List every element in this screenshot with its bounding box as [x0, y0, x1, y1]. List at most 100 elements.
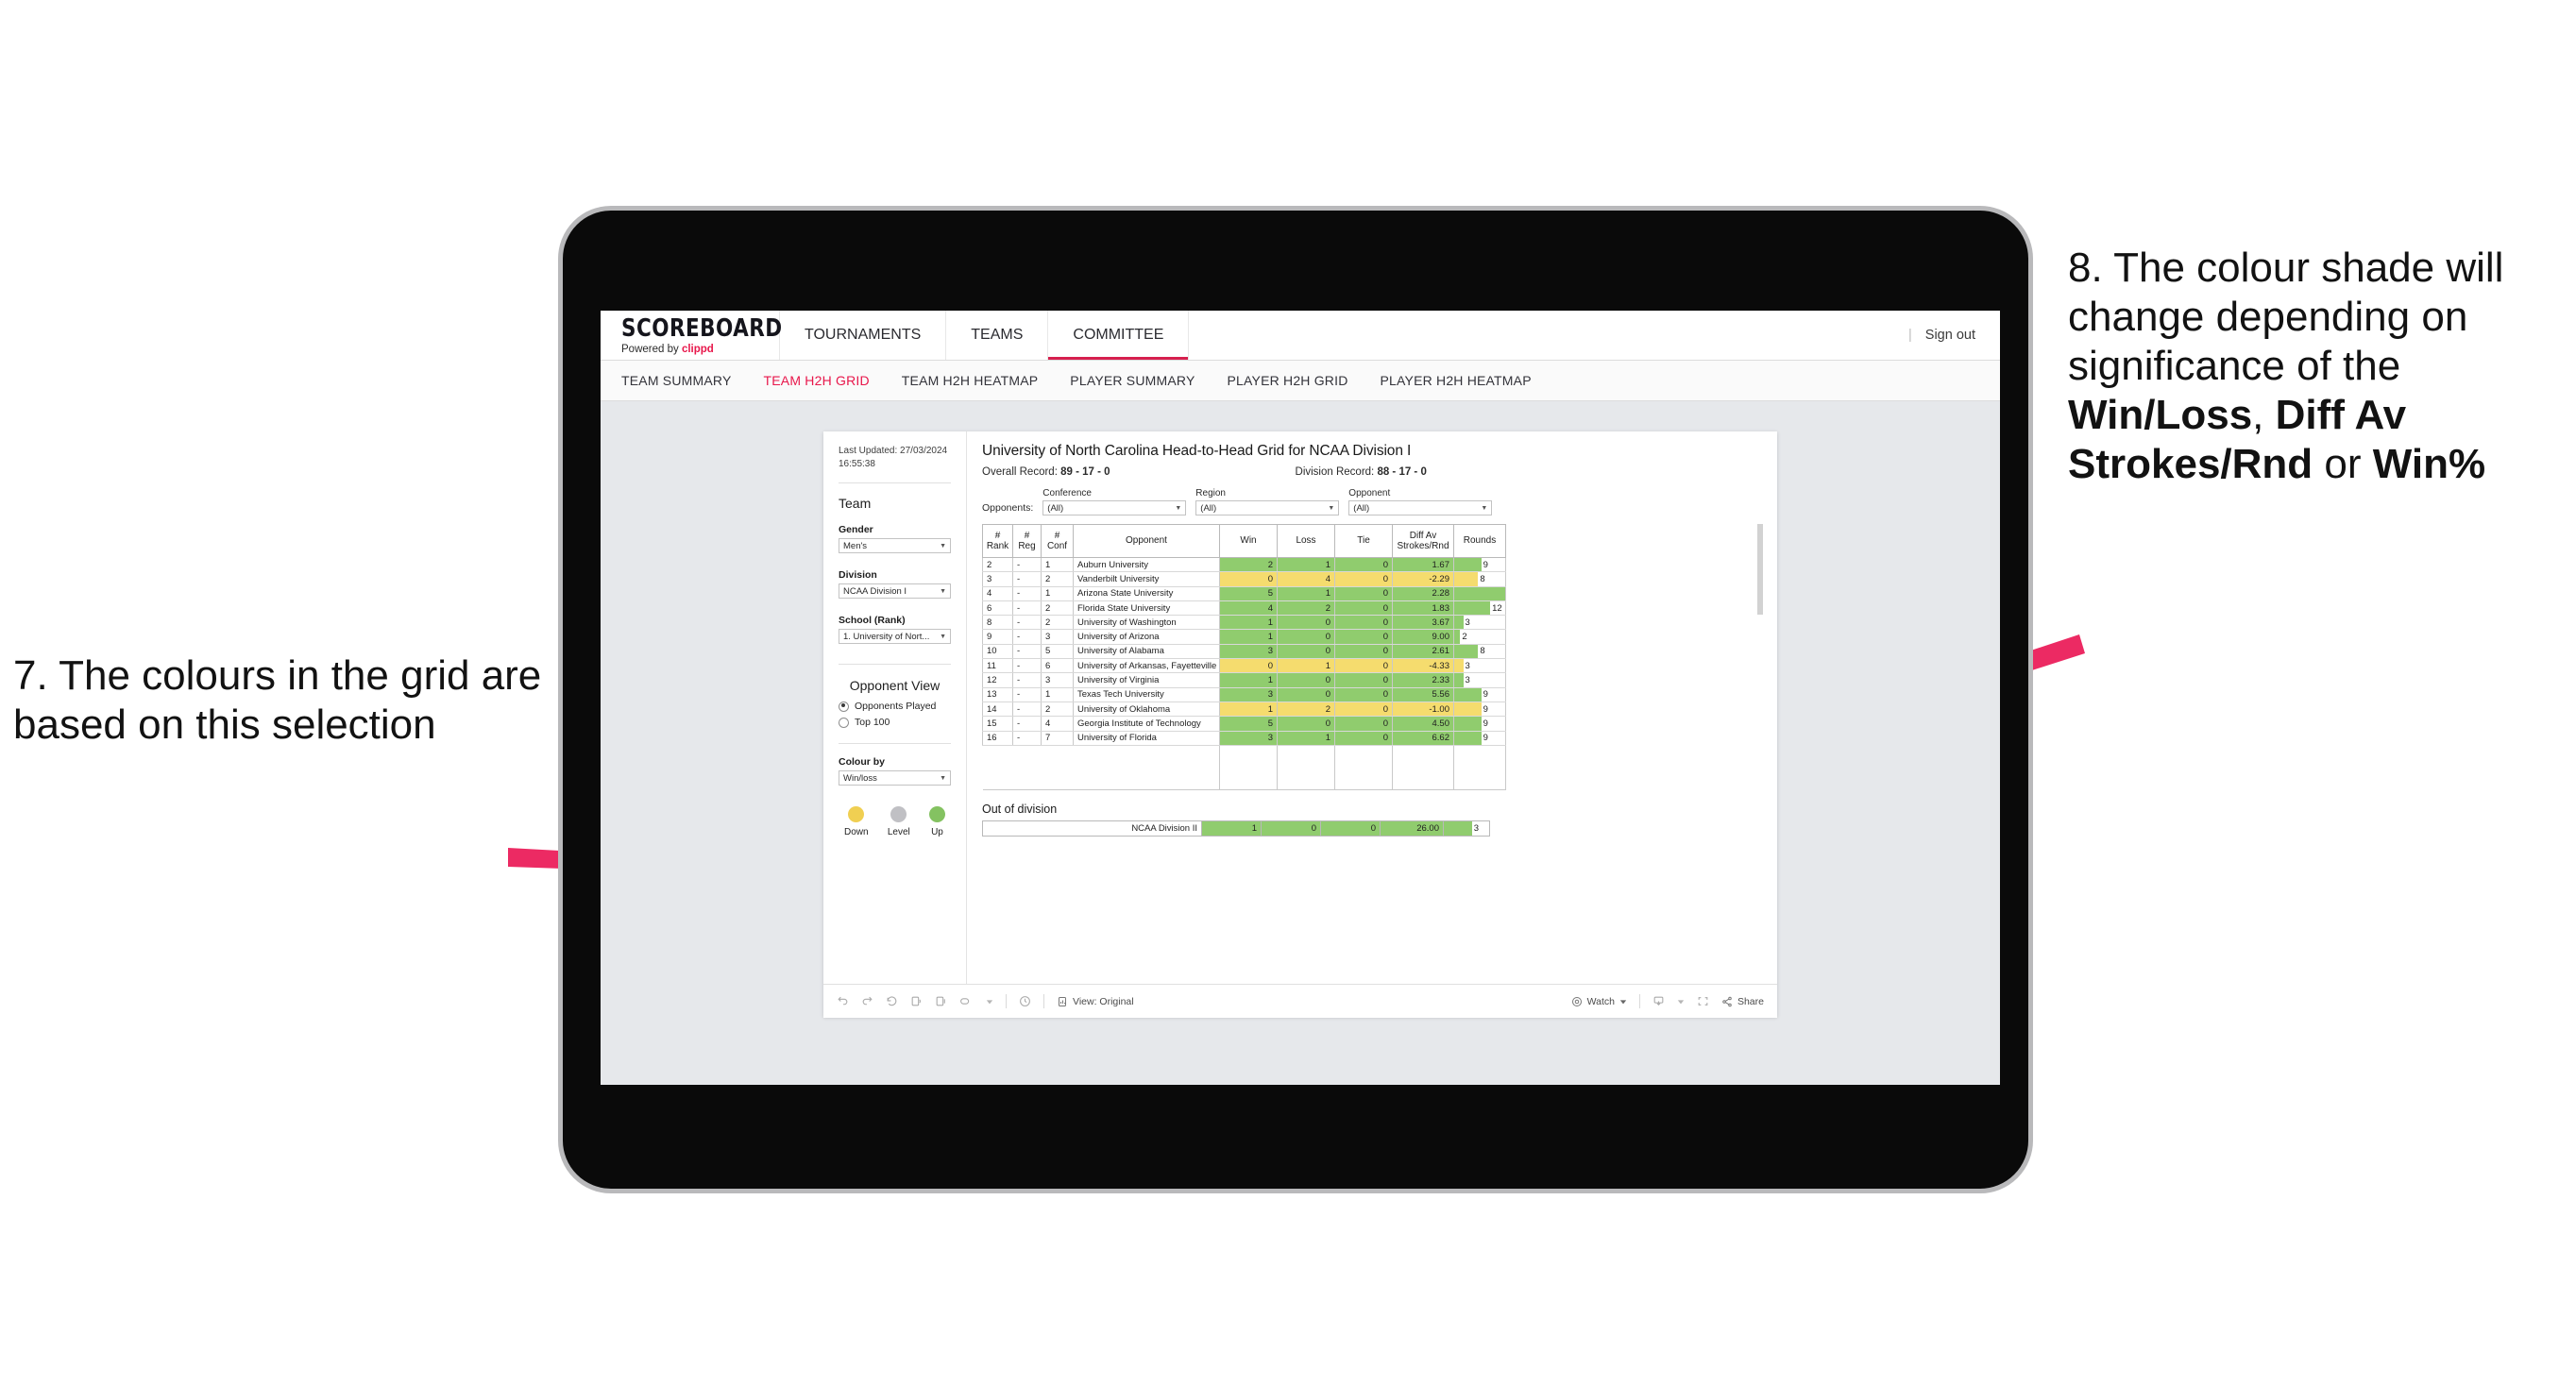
subnav-player-h2h-grid[interactable]: PLAYER H2H GRID: [1228, 373, 1348, 388]
subnav-team-h2h-heatmap[interactable]: TEAM H2H HEATMAP: [902, 373, 1039, 388]
divider: [839, 482, 951, 483]
cell-tie: 0: [1334, 658, 1393, 674]
cell-rank: 9: [982, 629, 1013, 645]
subnav-player-summary[interactable]: PLAYER SUMMARY: [1070, 373, 1195, 388]
table-row[interactable]: 3-2 Vanderbilt University 0 4 0 -2.29 8: [982, 571, 1506, 587]
cell-diff: 4.50: [1392, 716, 1454, 732]
view-original-button[interactable]: View: Original: [1057, 996, 1134, 1007]
filter-conference-select[interactable]: (All) ▼: [1042, 500, 1187, 516]
school-select[interactable]: 1. University of Nort... ▼: [839, 629, 951, 644]
share-button[interactable]: Share: [1721, 996, 1764, 1007]
cell-rank: 8: [982, 615, 1013, 631]
radio-opponents-played[interactable]: Opponents Played: [839, 701, 951, 712]
app-top-bar: SCOREBOARD Powered by clippd TOURNAMENTS…: [601, 311, 2000, 361]
cell-rounds: 9: [1453, 701, 1506, 718]
cell-tie: 0: [1334, 586, 1393, 601]
chevron-down-icon[interactable]: [1677, 998, 1685, 1006]
division-select[interactable]: NCAA Division I ▼: [839, 583, 951, 599]
pause-icon[interactable]: [935, 995, 947, 1007]
table-row[interactable]: 13-1 Texas Tech University 3 0 0 5.56 9: [982, 687, 1506, 702]
cell-opponent: Texas Tech University: [1073, 687, 1220, 702]
cell-rank: 6: [982, 600, 1013, 617]
table-row[interactable]: 9-3 University of Arizona 1 0 0 9.00 2: [982, 629, 1506, 645]
nav-tab-teams[interactable]: TEAMS: [946, 311, 1049, 360]
cell-rank: 16: [982, 731, 1013, 746]
division-record-label: Division Record:: [1295, 466, 1378, 478]
table-row[interactable]: 16-7 University of Florida 3 1 0 6.62 9: [982, 731, 1506, 746]
table-row[interactable]: 10-5 University of Alabama 3 0 0 2.61 8: [982, 644, 1506, 660]
redo-icon[interactable]: [861, 995, 873, 1007]
cell-reg: -: [1012, 586, 1042, 601]
sign-out-link[interactable]: Sign out: [1925, 328, 1975, 343]
table-vertical-scrollbar[interactable]: [1757, 524, 1763, 615]
col-diff-av-strokes[interactable]: Diff Av Strokes/Rnd: [1392, 524, 1454, 558]
cell-rank: 14: [982, 701, 1013, 718]
nav-tab-tournaments[interactable]: TOURNAMENTS: [780, 311, 947, 360]
download-icon[interactable]: [1652, 995, 1665, 1007]
cell-rank: 10: [982, 644, 1013, 660]
highlight-icon[interactable]: [959, 995, 974, 1007]
col-win[interactable]: Win: [1219, 524, 1278, 558]
watch-button[interactable]: Watch: [1571, 996, 1627, 1007]
cell-win: 1: [1219, 629, 1278, 645]
legend-label-down: Down: [844, 827, 869, 837]
table-row[interactable]: 4-1Arizona State University5102.2817: [982, 586, 1506, 601]
col-tie[interactable]: Tie: [1334, 524, 1393, 558]
cell-loss: 2: [1277, 701, 1335, 718]
table-row[interactable]: 12-3 University of Virginia 1 0 0 2.33 3: [982, 672, 1506, 688]
cell-win: 3: [1219, 687, 1278, 702]
colour-by-select[interactable]: Win/loss ▼: [839, 770, 951, 786]
subnav-team-summary[interactable]: TEAM SUMMARY: [621, 373, 732, 388]
col-reg[interactable]: # Reg: [1012, 524, 1042, 558]
col-rounds[interactable]: Rounds: [1453, 524, 1506, 558]
filter-conference-label: Conference: [1042, 488, 1092, 499]
table-row[interactable]: 8-2 University of Washington 1 0 0 3.67 3: [982, 615, 1506, 631]
col-opponent[interactable]: Opponent: [1073, 524, 1220, 558]
subnav-player-h2h-heatmap[interactable]: PLAYER H2H HEATMAP: [1381, 373, 1532, 388]
cell-reg: -: [1012, 600, 1042, 617]
cell-diff: 3.67: [1392, 615, 1454, 631]
tablet-device-frame: SCOREBOARD Powered by clippd TOURNAMENTS…: [558, 206, 2033, 1193]
table-row[interactable]: 15-4 Georgia Institute of Technology 5 0 0 4.…: [982, 716, 1506, 732]
subnav-team-h2h-grid[interactable]: TEAM H2H GRID: [764, 373, 870, 388]
gender-select[interactable]: Men's ▼: [839, 538, 951, 553]
fullscreen-icon[interactable]: [1697, 995, 1709, 1007]
nav-tab-committee[interactable]: COMMITTEE: [1048, 311, 1190, 360]
filter-opponent-select[interactable]: (All) ▼: [1348, 500, 1493, 516]
cell-rounds: 3: [1453, 615, 1506, 631]
table-row[interactable]: 6-2 Florida State University 4 2 0 1.83 12: [982, 600, 1506, 617]
chevron-down-icon: ▼: [940, 633, 946, 640]
table-row[interactable]: 2-1 Auburn University 2 1 0 1.67 9: [982, 557, 1506, 573]
cell-win: 5: [1219, 716, 1278, 732]
cell-loss: 0: [1277, 629, 1335, 645]
h2h-grid-table: # Rank # Reg # Conf Opponent Win Loss Tie D…: [982, 524, 1506, 790]
col-loss[interactable]: Loss: [1277, 524, 1335, 558]
school-value: 1. University of Nort...: [843, 631, 930, 642]
radio-icon: [839, 717, 849, 728]
filter-region-select[interactable]: (All) ▼: [1195, 500, 1340, 516]
radio-top-100[interactable]: Top 100: [839, 717, 951, 728]
table-row[interactable]: 11-6 University of Arkansas, Fayetteville…: [982, 658, 1506, 674]
division-record: Division Record: 88 - 17 - 0: [1296, 466, 1427, 478]
out-of-division-table: NCAA Division II 1 0 0 26.00 3: [982, 820, 1490, 837]
radio-top-100-label: Top 100: [855, 717, 890, 728]
opponent-view-heading: Opponent View: [849, 678, 941, 693]
revert-icon[interactable]: [886, 995, 898, 1007]
col-conf[interactable]: # Conf: [1041, 524, 1074, 558]
legend-dot-up: [928, 806, 945, 822]
cell-rounds: 3: [1453, 658, 1506, 674]
clock-icon[interactable]: [1019, 995, 1031, 1007]
table-row[interactable]: 14-2 University of Oklahoma 1 2 0 -1.00 9: [982, 701, 1506, 718]
cell-conf: 5: [1041, 644, 1074, 660]
col-rank[interactable]: # Rank: [982, 524, 1013, 558]
cell-rank: 2: [982, 557, 1013, 573]
refresh-icon[interactable]: [910, 995, 923, 1007]
chevron-down-icon[interactable]: [986, 998, 993, 1006]
undo-icon[interactable]: [837, 995, 849, 1007]
filter-region-label: Region: [1195, 488, 1226, 499]
filter-conference-value: (All): [1047, 502, 1064, 514]
cell-rank: 13: [982, 687, 1013, 702]
out-of-division-title: Out of division: [982, 802, 1058, 816]
cell-rounds: 9: [1453, 687, 1506, 702]
